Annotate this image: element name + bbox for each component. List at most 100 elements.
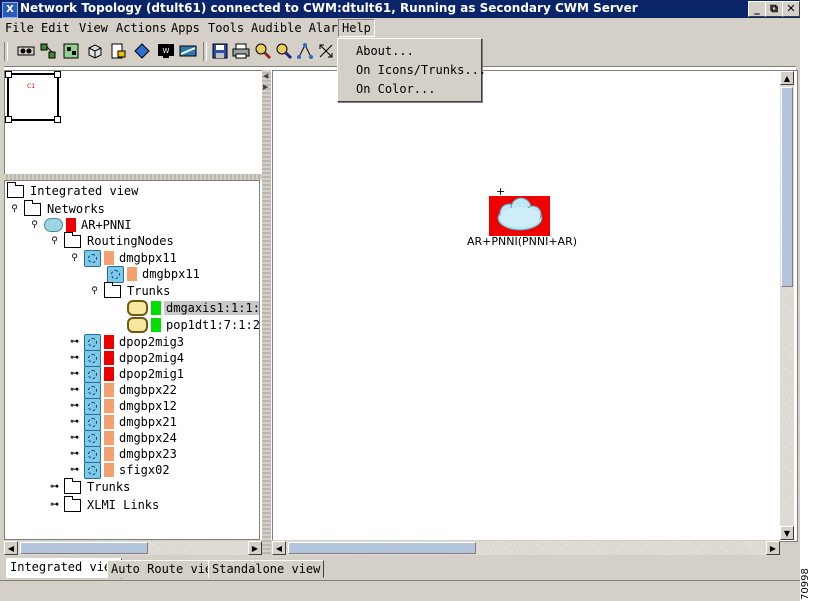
status-swatch bbox=[104, 447, 114, 461]
menu-tools[interactable]: Tools bbox=[205, 20, 247, 36]
node-view-icon[interactable] bbox=[61, 41, 81, 61]
expand-icon[interactable]: ⊶ bbox=[49, 500, 60, 511]
menu-item-on-color[interactable]: On Color... bbox=[356, 81, 435, 98]
menu-file[interactable]: File bbox=[2, 20, 37, 36]
layout-icon[interactable] bbox=[295, 41, 315, 61]
status-swatch bbox=[104, 251, 114, 265]
tree-trunk[interactable]: pop1dt1:7:1:255 - bbox=[127, 317, 259, 333]
expand-arrow-icon[interactable]: ▶ bbox=[263, 83, 268, 91]
scroll-down-icon[interactable]: ▼ bbox=[780, 526, 794, 540]
network-map-icon[interactable] bbox=[38, 41, 58, 61]
expand-icon[interactable]: ⊶ bbox=[69, 449, 80, 460]
tab-auto-route-view[interactable]: Auto Route view bbox=[107, 560, 224, 578]
cube-icon[interactable] bbox=[85, 41, 105, 61]
figure-id: 70998 bbox=[800, 568, 814, 600]
expand-icon[interactable]: ⊶ bbox=[69, 369, 80, 380]
trunk-view-icon[interactable] bbox=[178, 41, 198, 61]
tree-xlmi-links[interactable]: ⊶ XLMI Links bbox=[49, 495, 161, 513]
monitor-icon[interactable]: W bbox=[156, 41, 176, 61]
tree-trunks-folder[interactable]: ⚲ Trunks bbox=[89, 281, 172, 299]
expand-icon[interactable]: ⊶ bbox=[69, 401, 80, 412]
menu-view[interactable]: View bbox=[76, 20, 111, 36]
tree-routing-nodes[interactable]: ⚲ RoutingNodes bbox=[49, 231, 176, 249]
tree-node[interactable]: ⊶ dmgbpx21 bbox=[69, 413, 179, 431]
scrollbar-thumb[interactable] bbox=[20, 542, 148, 554]
minimize-button[interactable]: _ bbox=[748, 1, 766, 17]
document-lock-icon[interactable] bbox=[108, 41, 128, 61]
close-button[interactable]: ✕ bbox=[782, 1, 800, 17]
toolbar-separator bbox=[203, 42, 207, 61]
scrollbar-thumb[interactable] bbox=[288, 542, 476, 554]
tree-child-node[interactable]: dmgbpx11 bbox=[107, 265, 202, 283]
tree-networks[interactable]: ⚲ Networks bbox=[9, 199, 107, 217]
save-icon[interactable] bbox=[210, 41, 230, 61]
collapse-icon[interactable]: ⚲ bbox=[29, 220, 40, 231]
tab-integrated-view[interactable]: Integrated view bbox=[6, 558, 123, 579]
tree-node[interactable]: ⊶ dmgbpx24 bbox=[69, 429, 179, 447]
canvas-vertical-scrollbar[interactable]: ▲ ▼ bbox=[780, 71, 794, 540]
zoom-in-icon[interactable] bbox=[253, 41, 273, 61]
tree-node[interactable]: ⊶ sfigx02 bbox=[69, 461, 172, 479]
tree-node[interactable]: ⊶ dmgbpx22 bbox=[69, 381, 179, 399]
expand-icon[interactable]: ⊶ bbox=[69, 385, 80, 396]
resize-handle[interactable] bbox=[54, 71, 61, 78]
diamond-icon[interactable] bbox=[132, 41, 152, 61]
collapse-icon[interactable]: ⚲ bbox=[49, 236, 60, 247]
expand-icon[interactable]: ⊶ bbox=[69, 465, 80, 476]
overview-viewport[interactable]: C1 bbox=[5, 71, 61, 123]
tree-node[interactable]: ⊶ dmgbpx23 bbox=[69, 445, 179, 463]
menu-item-about[interactable]: About... bbox=[356, 43, 414, 60]
menu-apps[interactable]: Apps bbox=[168, 20, 203, 36]
trunk-icon bbox=[127, 317, 148, 333]
tree-node-expanded[interactable]: ⚲ dmgbpx11 bbox=[69, 249, 179, 267]
tree-trunks-bottom[interactable]: ⊶ Trunks bbox=[49, 477, 132, 495]
print-icon[interactable] bbox=[231, 41, 251, 61]
folder-icon bbox=[64, 231, 81, 248]
tree-root[interactable]: Integrated view bbox=[7, 181, 140, 199]
resize-handle[interactable] bbox=[54, 116, 61, 123]
scroll-right-icon[interactable]: ▶ bbox=[766, 541, 780, 555]
topology-canvas[interactable]: + AR+PNNI(PNNI+AR) bbox=[272, 70, 798, 542]
view-tabs: Integrated view Auto Route view Standalo… bbox=[0, 556, 800, 580]
menu-bar: File Edit View Actions Apps Tools Audibl… bbox=[0, 18, 800, 38]
scroll-up-icon[interactable]: ▲ bbox=[780, 71, 794, 85]
resize-handle[interactable] bbox=[5, 71, 12, 78]
scroll-left-icon[interactable]: ◀ bbox=[272, 541, 286, 555]
tree-node[interactable]: ⊶ dmgbpx12 bbox=[69, 397, 179, 415]
scroll-left-icon[interactable]: ◀ bbox=[4, 541, 18, 555]
expand-icon[interactable]: ⊶ bbox=[69, 353, 80, 364]
tab-standalone-view[interactable]: Standalone view bbox=[208, 560, 325, 578]
expand-icon[interactable]: ⊶ bbox=[49, 482, 60, 493]
collapse-icon[interactable]: ⚲ bbox=[89, 286, 100, 297]
expand-icon[interactable]: ⊶ bbox=[69, 337, 80, 348]
node-icon bbox=[84, 397, 101, 415]
collapse-icon[interactable]: ⚲ bbox=[69, 253, 80, 264]
menu-actions[interactable]: Actions bbox=[113, 20, 170, 36]
node-icon bbox=[84, 349, 101, 367]
app-icon[interactable]: X bbox=[2, 2, 18, 18]
restore-button[interactable]: ⧉ bbox=[765, 1, 783, 17]
menu-audible-alarm[interactable]: Audible Alarm bbox=[248, 20, 348, 36]
menu-help[interactable]: Help bbox=[338, 19, 375, 37]
menu-item-on-icons-trunks[interactable]: On Icons/Trunks... bbox=[356, 62, 486, 79]
tree-network[interactable]: ⚲ AR+PNNI bbox=[29, 217, 134, 233]
expand-icon[interactable]: ⊶ bbox=[69, 417, 80, 428]
resize-handle[interactable] bbox=[5, 116, 12, 123]
tree-node[interactable]: ⊶ dpop2mig1 bbox=[69, 365, 186, 383]
scroll-right-icon[interactable]: ▶ bbox=[248, 541, 262, 555]
fit-to-window-icon[interactable] bbox=[316, 41, 336, 61]
connect-icon[interactable] bbox=[16, 41, 36, 61]
menu-edit[interactable]: Edit bbox=[38, 20, 73, 36]
network-node[interactable] bbox=[489, 196, 550, 236]
tree-node[interactable]: ⊶ dpop2mig3 bbox=[69, 333, 186, 351]
tree-trunk[interactable]: dmgaxis1:1:1:255 bbox=[127, 300, 259, 316]
collapse-icon[interactable]: ⚲ bbox=[9, 204, 20, 215]
tree-node[interactable]: ⊶ dpop2mig4 bbox=[69, 349, 186, 367]
zoom-out-icon[interactable] bbox=[274, 41, 294, 61]
tree-horizontal-scrollbar[interactable]: ◀ ▶ bbox=[4, 540, 262, 555]
collapse-arrow-icon[interactable]: ◀ bbox=[263, 72, 268, 80]
canvas-horizontal-scrollbar[interactable]: ◀ ▶ bbox=[272, 540, 780, 555]
scrollbar-thumb[interactable] bbox=[781, 87, 793, 287]
expand-icon[interactable]: ⊶ bbox=[69, 433, 80, 444]
vertical-splitter[interactable]: ◀ ▶ bbox=[262, 70, 271, 556]
